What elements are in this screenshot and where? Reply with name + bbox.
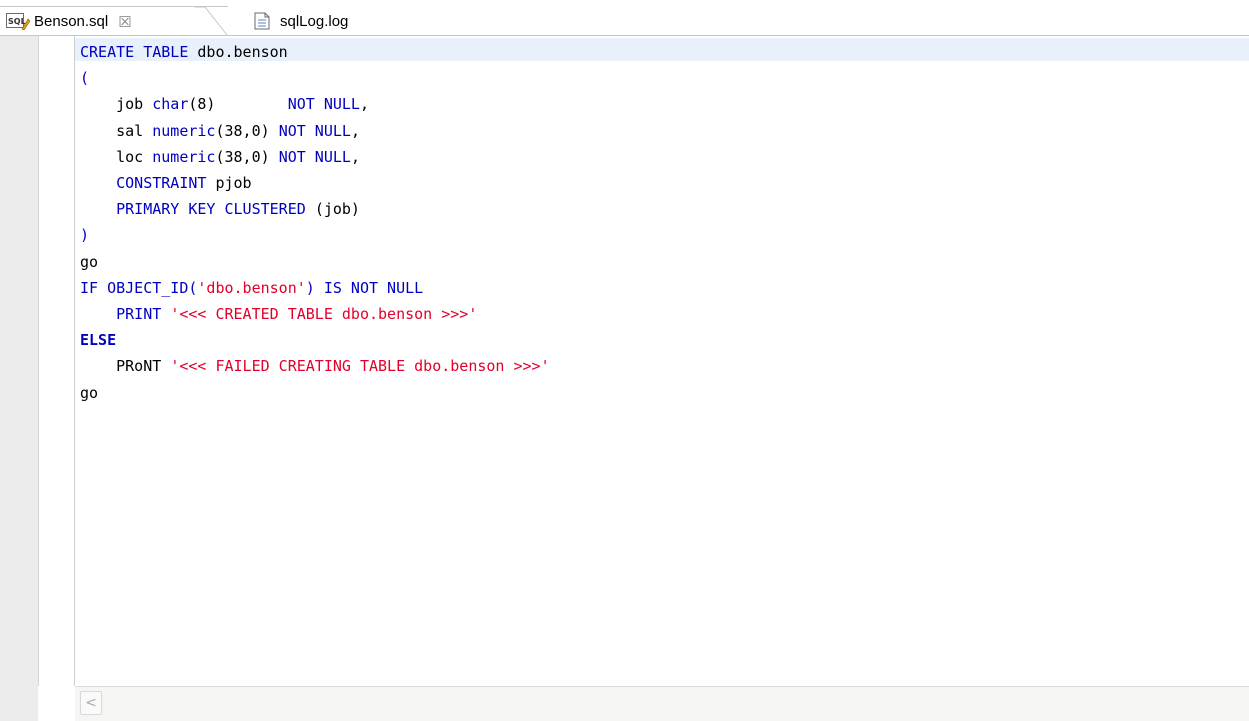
- log-file-icon: [254, 12, 270, 30]
- code-line[interactable]: go: [80, 380, 550, 406]
- tab-label: Benson.sql: [34, 13, 109, 30]
- chevron-left-icon: <: [85, 695, 97, 711]
- code-line[interactable]: PRIMARY KEY CLUSTERED (job): [80, 196, 550, 222]
- code-token: sal: [80, 121, 153, 140]
- code-token: (38,0): [215, 147, 279, 166]
- code-token: ,: [350, 147, 360, 166]
- code-token: PRIMARY KEY CLUSTERED: [80, 200, 315, 219]
- sql-editor-window: SQL Benson.sql ☒ sqlLog.log CREATE TABLE…: [0, 0, 1249, 721]
- horizontal-scrollbar[interactable]: [75, 686, 1249, 721]
- sql-code[interactable]: CREATE TABLE dbo.benson ( job char(8) NOT…: [80, 39, 550, 406]
- code-token: ELSE: [80, 331, 117, 350]
- code-token: go: [80, 252, 99, 271]
- code-token: ,: [359, 95, 369, 114]
- sql-file-icon: SQL: [6, 13, 31, 31]
- code-line[interactable]: IF OBJECT_ID('dbo.benson') IS NOT NULL: [80, 275, 550, 301]
- vertical-ruler: [0, 36, 39, 686]
- code-editor[interactable]: CREATE TABLE dbo.benson ( job char(8) NOT…: [0, 36, 1249, 721]
- code-line[interactable]: CREATE TABLE dbo.benson: [80, 39, 550, 65]
- scroll-left-button[interactable]: <: [80, 691, 102, 715]
- vertical-ruler-corner: [0, 686, 38, 721]
- code-token: char: [152, 95, 189, 114]
- code-token: (job): [314, 200, 360, 219]
- code-token: pjob: [215, 174, 252, 193]
- code-line[interactable]: (: [80, 65, 550, 91]
- code-line[interactable]: loc numeric(38,0) NOT NULL,: [80, 144, 550, 170]
- code-token: (8): [188, 95, 288, 114]
- code-token: '<<< FAILED CREATING TABLE dbo.benson >>…: [170, 357, 550, 376]
- tab-sqllog-log[interactable]: sqlLog.log: [228, 6, 438, 36]
- code-line[interactable]: ELSE: [80, 327, 550, 353]
- code-line[interactable]: PRoNT '<<< FAILED CREATING TABLE dbo.ben…: [80, 353, 550, 379]
- code-token: go: [80, 383, 99, 402]
- code-line[interactable]: ): [80, 222, 550, 248]
- code-token: 'dbo.benson': [197, 278, 306, 297]
- editor-tab-bar: SQL Benson.sql ☒ sqlLog.log: [0, 0, 1249, 37]
- code-token: IF OBJECT_ID(: [80, 278, 198, 297]
- code-token: ) IS NOT NULL: [305, 278, 424, 297]
- code-token: (: [80, 69, 90, 88]
- code-token: CREATE TABLE: [80, 43, 198, 61]
- code-token: '<<< CREATED TABLE dbo.benson >>>': [170, 305, 478, 324]
- code-token: numeric: [152, 147, 216, 166]
- code-token: NOT NULL: [278, 147, 351, 166]
- code-token: PRINT: [80, 305, 171, 324]
- code-line[interactable]: PRINT '<<< CREATED TABLE dbo.benson >>>': [80, 301, 550, 327]
- code-token: dbo.benson: [197, 43, 288, 61]
- code-token: NOT NULL: [278, 121, 351, 140]
- line-number-gutter: [39, 36, 75, 686]
- code-token: loc: [80, 147, 153, 166]
- code-token: numeric: [152, 121, 216, 140]
- close-tab-icon[interactable]: ☒: [118, 13, 131, 31]
- code-line[interactable]: job char(8) NOT NULL,: [80, 91, 550, 117]
- code-line[interactable]: go: [80, 249, 550, 275]
- code-token: (38,0): [215, 121, 279, 140]
- code-token: CONSTRAINT: [80, 174, 216, 193]
- code-token: PRoNT: [80, 357, 171, 376]
- tab-label: sqlLog.log: [280, 12, 349, 30]
- code-token: job: [80, 95, 153, 114]
- svg-text:SQL: SQL: [8, 17, 26, 26]
- code-line[interactable]: sal numeric(38,0) NOT NULL,: [80, 118, 550, 144]
- code-token: NOT NULL: [287, 95, 360, 114]
- code-token: ,: [350, 121, 360, 140]
- code-line[interactable]: CONSTRAINT pjob: [80, 170, 550, 196]
- code-token: ): [80, 226, 90, 245]
